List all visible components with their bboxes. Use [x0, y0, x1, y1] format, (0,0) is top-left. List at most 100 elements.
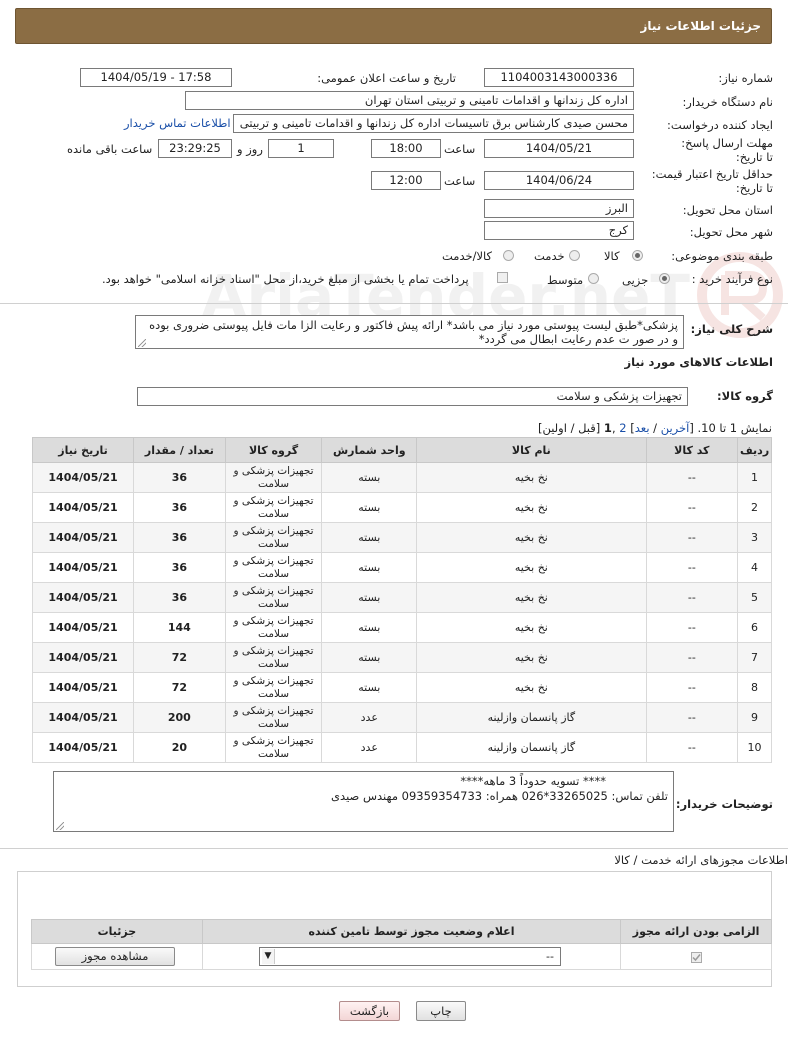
group-cell: تجهیزات پزشکی و سلامت	[224, 462, 323, 493]
item-name-cell: نخ بخیه	[416, 492, 647, 523]
city-field: کرج	[484, 221, 634, 240]
buyer-notes-label: توضیحات خریدار:	[675, 797, 773, 811]
row-number-cell: 2	[737, 492, 772, 523]
group-cell: تجهیزات پزشکی و سلامت	[224, 612, 323, 643]
days-label: روز و	[237, 142, 263, 156]
item-code-cell: --	[645, 552, 739, 583]
pagination-current-page: 1	[603, 421, 612, 435]
group-cell: تجهیزات پزشکی و سلامت	[224, 492, 323, 523]
row-number-cell: 8	[737, 672, 772, 703]
check-icon	[692, 953, 701, 961]
chevron-down-icon: ▼	[262, 949, 275, 964]
item-name-cell: نخ بخیه	[416, 462, 647, 493]
group-cell: تجهیزات پزشکی و سلامت	[224, 732, 323, 763]
col-need-date: تاریخ نیاز	[31, 437, 135, 463]
goods-group-label: گروه کالا:	[717, 389, 773, 403]
license-required-checkbox	[690, 951, 702, 963]
item-code-cell: --	[645, 702, 739, 733]
unit-cell: بسته	[321, 612, 418, 643]
category-option-service: خدمت	[534, 249, 565, 263]
buyer-notes-textarea: **** تسویه حدوداً 3 ماهه**** تلفن تماس: …	[53, 771, 674, 832]
view-license-button[interactable]: مشاهده مجوز	[55, 947, 175, 966]
table-row: 10 -- گاز پانسمان وازلینه عدد تجهیزات پزشکی …	[31, 732, 772, 763]
pagination-suffix: [قبل / اولین]	[537, 421, 604, 435]
need-number-field: 1104003143000336	[484, 68, 634, 87]
license-status-value: --	[546, 950, 554, 963]
need-date-cell: 1404/05/21	[31, 702, 135, 733]
need-date-cell: 1404/05/21	[31, 522, 135, 553]
remaining-label: ساعت باقی مانده	[67, 142, 153, 156]
creator-label: ایجاد کننده درخواست:	[667, 118, 773, 132]
buyer-contact-link[interactable]: اطلاعات تماس خریدار	[124, 116, 231, 130]
unit-cell: عدد	[321, 732, 418, 763]
buyer-notes-line2: تلفن تماس: 33265025*026 همراه: 093593547…	[331, 789, 668, 803]
table-row: 3 -- نخ بخیه بسته تجهیزات پزشکی و سلامت 36 140…	[31, 522, 772, 553]
treasury-payment-checkbox[interactable]	[497, 272, 508, 283]
resize-grip-icon[interactable]	[56, 822, 64, 830]
table-row: 2 -- نخ بخیه بسته تجهیزات پزشکی و سلامت 36 140…	[31, 492, 772, 523]
pagination-last-link[interactable]: آخرین	[661, 421, 690, 435]
process-radio-minor[interactable]	[659, 273, 670, 284]
item-name-cell: نخ بخیه	[416, 552, 647, 583]
item-name-cell: نخ بخیه	[416, 612, 647, 643]
group-cell: تجهیزات پزشکی و سلامت	[224, 672, 323, 703]
item-name-cell: نخ بخیه	[416, 642, 647, 673]
item-code-cell: --	[645, 492, 739, 523]
pagination-sep: ]	[626, 421, 635, 435]
price-time-field: 12:00	[371, 171, 441, 190]
price-date-field: 1404/06/24	[484, 171, 634, 190]
category-radio-service[interactable]	[569, 250, 580, 261]
category-radio-both[interactable]	[503, 250, 514, 261]
unit-cell: بسته	[321, 492, 418, 523]
license-status-select[interactable]: -- ▼	[259, 947, 561, 966]
quantity-cell: 36	[133, 552, 226, 583]
col-license-status: اعلام وضعیت مجوز توسط تامین کننده	[201, 919, 622, 944]
divider	[0, 303, 788, 304]
goods-group-field: تجهیزات پزشکی و سلامت	[137, 387, 688, 406]
group-cell: تجهیزات پزشکی و سلامت	[224, 642, 323, 673]
item-code-cell: --	[645, 582, 739, 613]
col-license-details: جزئیات	[31, 919, 203, 944]
need-number-label: شماره نیاز:	[718, 71, 773, 85]
quantity-cell: 72	[133, 672, 226, 703]
item-code-cell: --	[645, 642, 739, 673]
category-option-both: کالا/خدمت	[442, 249, 493, 263]
process-option-minor: جزیی	[622, 273, 649, 287]
category-label: طبقه بندی موضوعی:	[671, 249, 773, 263]
description-textarea: پزشکی*طبق لیست پیوستی مورد نیاز می باشد*…	[135, 315, 684, 349]
announce-field: 1404/05/19 - 17:58	[80, 68, 232, 87]
license-required-cell	[620, 943, 772, 970]
pagination-next-link[interactable]: بعد	[635, 421, 650, 435]
item-code-cell: --	[645, 732, 739, 763]
unit-cell: بسته	[321, 462, 418, 493]
reply-time-field: 18:00	[371, 139, 441, 158]
treasury-payment-note: پرداخت تمام یا بخشی از مبلغ خرید،از محل …	[102, 272, 469, 286]
process-label: نوع فرآیند خرید :	[691, 272, 773, 286]
item-name-cell: نخ بخیه	[416, 522, 647, 553]
category-radio-goods[interactable]	[632, 250, 643, 261]
row-number-cell: 4	[737, 552, 772, 583]
item-name-cell: نخ بخیه	[416, 672, 647, 703]
row-number-cell: 5	[737, 582, 772, 613]
table-row: 5 -- نخ بخیه بسته تجهیزات پزشکی و سلامت 36 140…	[31, 582, 772, 613]
pagination-sep: /	[649, 421, 661, 435]
process-radio-medium[interactable]	[588, 273, 599, 284]
pagination: نمایش 1 تا 10. [آخرین / بعد] 2 ,1 [قبل /…	[538, 421, 772, 435]
col-item-name: نام کالا	[416, 437, 647, 463]
pagination-page-2[interactable]: 2	[619, 421, 626, 435]
col-license-required: الزامی بودن ارائه مجوز	[620, 919, 772, 944]
row-number-cell: 9	[737, 702, 772, 733]
row-number-cell: 3	[737, 522, 772, 553]
unit-cell: بسته	[321, 522, 418, 553]
item-name-cell: گاز پانسمان وازلینه	[416, 732, 647, 763]
table-row: 7 -- نخ بخیه بسته تجهیزات پزشکی و سلامت 72 140…	[31, 642, 772, 673]
description-label: شرح کلی نیاز:	[690, 322, 773, 336]
need-date-cell: 1404/05/21	[31, 672, 135, 703]
print-button[interactable]: چاپ	[416, 1001, 466, 1021]
quantity-cell: 200	[133, 702, 226, 733]
buyer-org-label: نام دستگاه خریدار:	[682, 95, 773, 109]
table-row: 1 -- نخ بخیه بسته تجهیزات پزشکی و سلامت 36 140…	[31, 462, 772, 493]
back-button[interactable]: بازگشت	[339, 1001, 400, 1021]
resize-grip-icon[interactable]	[138, 339, 146, 347]
unit-cell: عدد	[321, 702, 418, 733]
